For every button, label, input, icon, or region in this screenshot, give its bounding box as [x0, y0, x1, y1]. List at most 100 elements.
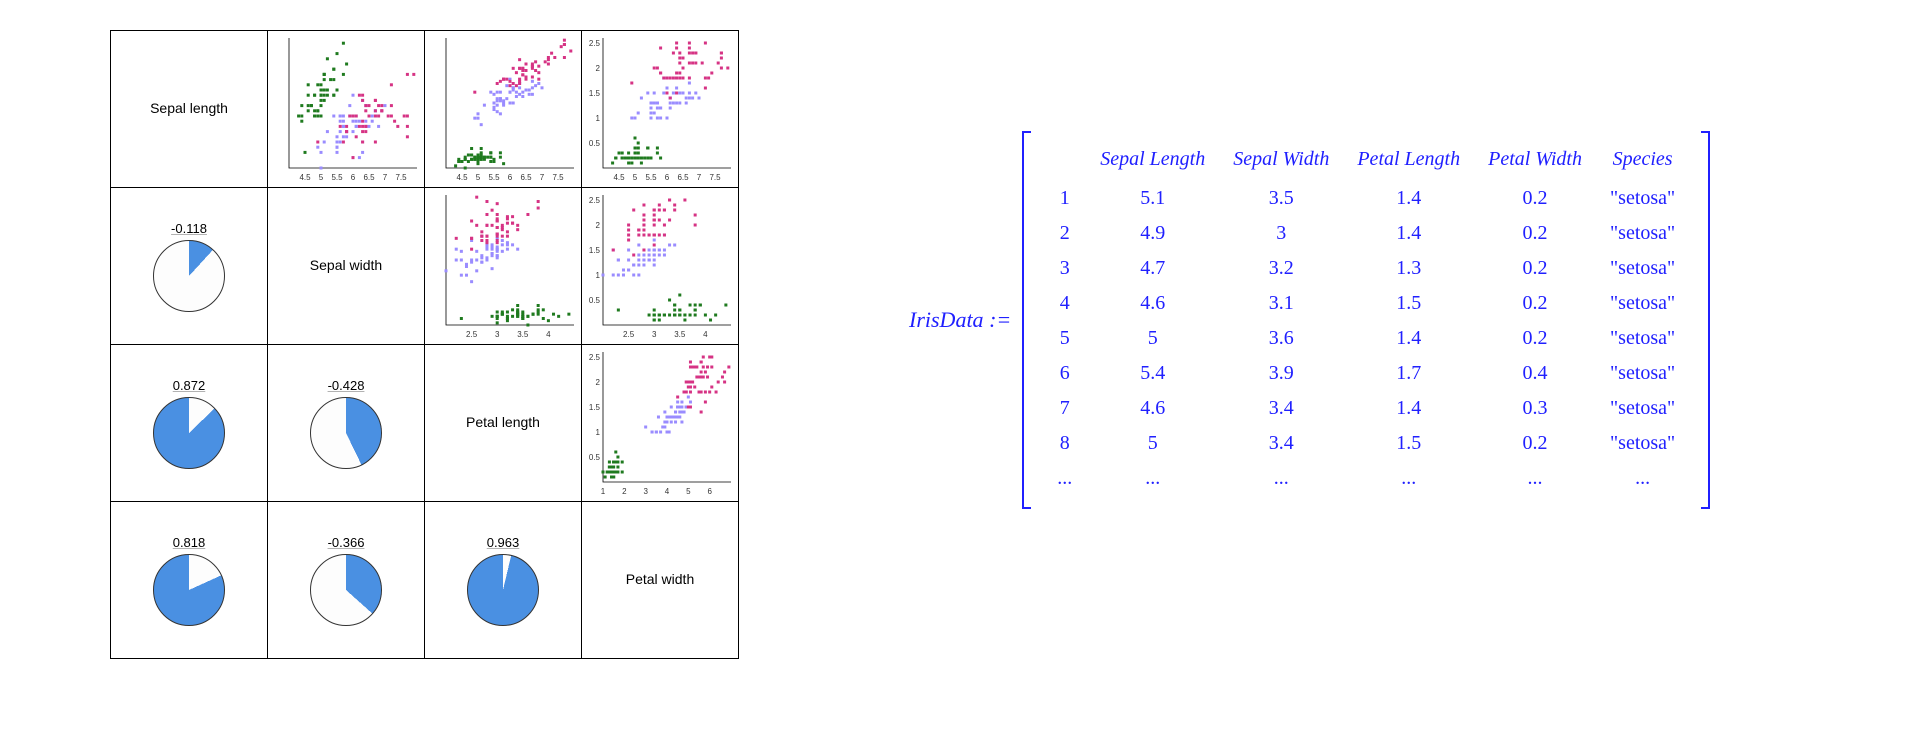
- svg-text:1: 1: [601, 487, 606, 496]
- corr-pie: [310, 554, 382, 626]
- svg-text:1: 1: [596, 271, 601, 280]
- cell: "setosa": [1596, 391, 1689, 426]
- table-row: 34.73.21.30.2"setosa": [1043, 251, 1689, 286]
- cell: ...: [1596, 461, 1689, 496]
- cell: 3: [1219, 216, 1343, 251]
- corr-cell-sl-sw: -0.118: [111, 188, 268, 345]
- cell: 3: [1043, 251, 1086, 286]
- diag-cell-petal-width: Petal width: [582, 502, 739, 659]
- variable-name: IrisData: [909, 307, 984, 332]
- svg-text:6.5: 6.5: [363, 173, 375, 182]
- cell: 1.5: [1343, 426, 1474, 461]
- cell: 1.4: [1343, 181, 1474, 216]
- svg-text:4.5: 4.5: [613, 173, 625, 182]
- svg-text:7.5: 7.5: [552, 173, 564, 182]
- corr-pie: [310, 397, 382, 469]
- scatter-matrix: Sepal length 4.555.566.577.5 4.555.566.5…: [110, 30, 739, 659]
- svg-text:5.5: 5.5: [488, 173, 500, 182]
- diag-cell-sepal-length: Sepal length: [111, 31, 268, 188]
- corr-pie: [153, 554, 225, 626]
- svg-text:6: 6: [707, 487, 712, 496]
- corr-value: -0.428: [328, 378, 365, 393]
- cell: 4.9: [1086, 216, 1219, 251]
- corr-cell-sw-pl: -0.428: [268, 345, 425, 502]
- cell: 3.6: [1219, 321, 1343, 356]
- table-row: 15.13.51.40.2"setosa": [1043, 181, 1689, 216]
- svg-text:3.5: 3.5: [517, 330, 529, 339]
- svg-text:5.5: 5.5: [331, 173, 343, 182]
- cell: 0.2: [1474, 181, 1596, 216]
- cell: 5.4: [1086, 356, 1219, 391]
- svg-text:5: 5: [633, 173, 638, 182]
- svg-text:2: 2: [622, 487, 627, 496]
- svg-text:7.5: 7.5: [395, 173, 407, 182]
- cell: 5: [1043, 321, 1086, 356]
- svg-text:4: 4: [665, 487, 670, 496]
- svg-text:5: 5: [319, 173, 324, 182]
- diag-cell-petal-length: Petal length: [425, 345, 582, 502]
- col-petal-width: Petal Width: [1474, 144, 1596, 181]
- corr-value: -0.118: [171, 221, 207, 236]
- cell: 6: [1043, 356, 1086, 391]
- diag-cell-sepal-width: Sepal width: [268, 188, 425, 345]
- svg-text:6: 6: [665, 173, 670, 182]
- svg-text:1: 1: [596, 428, 601, 437]
- col-sepal-length: Sepal Length: [1086, 144, 1219, 181]
- cell: ...: [1043, 461, 1086, 496]
- corr-cell-pl-pw: 0.963: [425, 502, 582, 659]
- iris-data-table: Sepal Length Sepal Width Petal Length Pe…: [1043, 144, 1689, 496]
- data-matrix-panel: IrisData := Sepal Length Sepal Width Pet…: [909, 130, 1713, 510]
- cell: 0.2: [1474, 216, 1596, 251]
- svg-text:4: 4: [546, 330, 551, 339]
- svg-text:0.5: 0.5: [589, 139, 601, 148]
- cell: ...: [1219, 461, 1343, 496]
- svg-text:7: 7: [540, 173, 545, 182]
- cell: 4.6: [1086, 286, 1219, 321]
- table-row: 553.61.40.2"setosa": [1043, 321, 1689, 356]
- cell: 1: [1043, 181, 1086, 216]
- svg-text:7: 7: [697, 173, 702, 182]
- cell: "setosa": [1596, 286, 1689, 321]
- cell: "setosa": [1596, 251, 1689, 286]
- assign-operator: :=: [989, 307, 1011, 332]
- svg-text:6: 6: [508, 173, 513, 182]
- svg-text:0.5: 0.5: [589, 453, 601, 462]
- cell: 1.4: [1343, 321, 1474, 356]
- scatter-pl-vs-sl: 4.555.566.577.5: [425, 31, 582, 188]
- cell: 0.2: [1474, 321, 1596, 356]
- cell: "setosa": [1596, 321, 1689, 356]
- scatter-sw-vs-sl: 4.555.566.577.5: [268, 31, 425, 188]
- svg-text:5: 5: [686, 487, 691, 496]
- table-row: 24.931.40.2"setosa": [1043, 216, 1689, 251]
- cell: 5: [1086, 426, 1219, 461]
- corr-pie: [153, 240, 225, 312]
- svg-text:0.5: 0.5: [589, 296, 601, 305]
- svg-text:7: 7: [383, 173, 388, 182]
- corr-pie: [467, 554, 539, 626]
- cell: 4.6: [1086, 391, 1219, 426]
- svg-text:2.5: 2.5: [623, 330, 635, 339]
- scatter-pw-vs-pl: 1234560.511.522.5: [582, 345, 739, 502]
- corr-pie: [153, 397, 225, 469]
- cell: ...: [1086, 461, 1219, 496]
- cell: "setosa": [1596, 426, 1689, 461]
- svg-text:2.5: 2.5: [589, 39, 601, 48]
- scatter-pl-vs-sw: 2.533.54: [425, 188, 582, 345]
- table-row: 853.41.50.2"setosa": [1043, 426, 1689, 461]
- cell: 4: [1043, 286, 1086, 321]
- cell: 1.3: [1343, 251, 1474, 286]
- cell: 8: [1043, 426, 1086, 461]
- cell: "setosa": [1596, 216, 1689, 251]
- cell: "setosa": [1596, 356, 1689, 391]
- cell: 3.4: [1219, 426, 1343, 461]
- right-bracket: [1699, 130, 1713, 510]
- table-row: ..................: [1043, 461, 1689, 496]
- col-species: Species: [1596, 144, 1689, 181]
- cell: "setosa": [1596, 181, 1689, 216]
- cell: ...: [1343, 461, 1474, 496]
- corr-cell-sl-pl: 0.872: [111, 345, 268, 502]
- cell: 1.5: [1343, 286, 1474, 321]
- cell: 1.4: [1343, 216, 1474, 251]
- svg-text:7.5: 7.5: [709, 173, 721, 182]
- col-petal-length: Petal Length: [1343, 144, 1474, 181]
